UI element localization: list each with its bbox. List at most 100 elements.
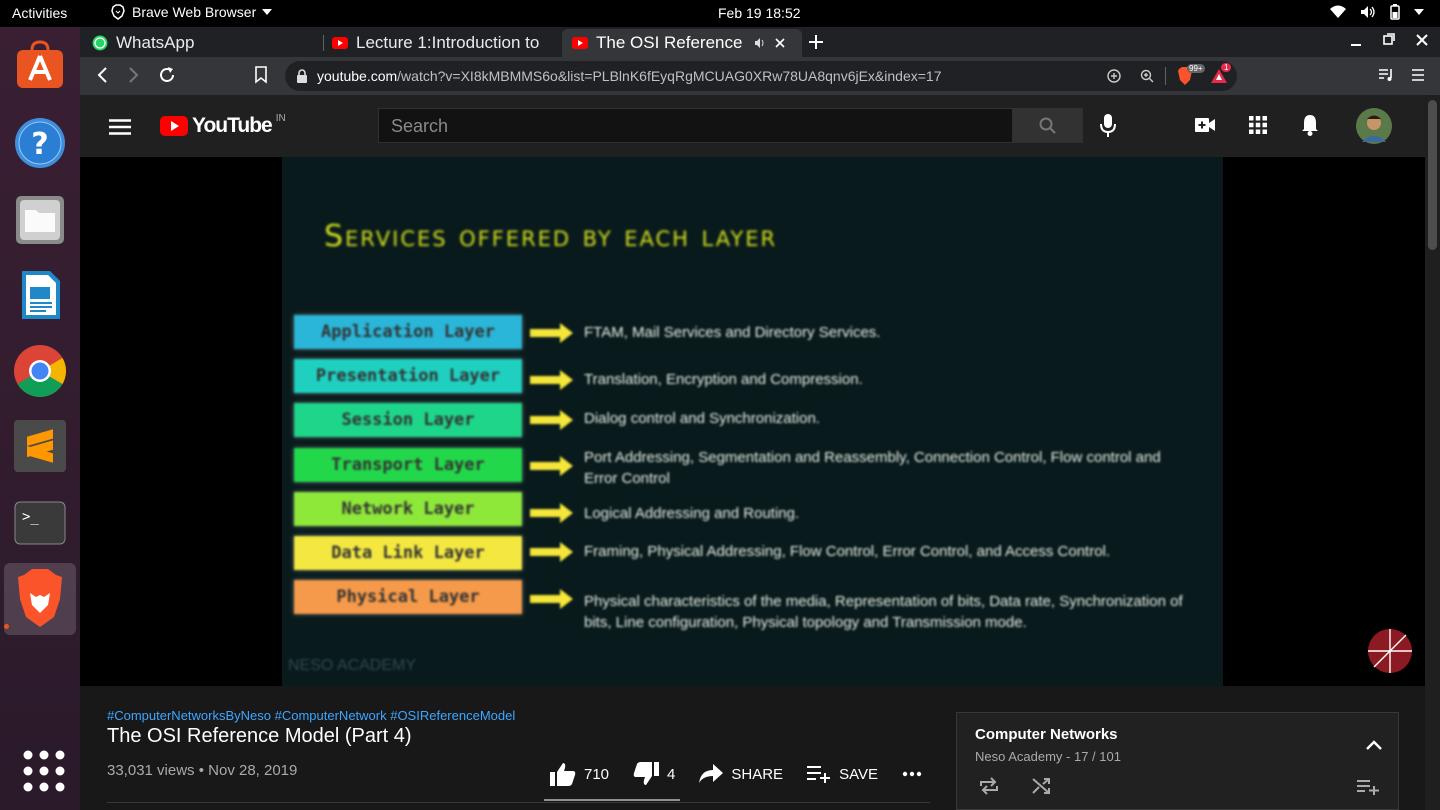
maximize-icon[interactable] — [1383, 33, 1395, 47]
avatar[interactable] — [1356, 108, 1392, 144]
terminal-launcher[interactable]: >_ — [14, 497, 66, 549]
sentiment-bar — [544, 799, 680, 801]
url-path: /watch?v=XI8kMBMMS6o&list=PLBlnK6fEyqRgM… — [397, 68, 942, 84]
loop-icon[interactable] — [979, 777, 999, 795]
region-code: IN — [275, 112, 286, 124]
search-button[interactable] — [1012, 108, 1083, 143]
activities-button[interactable]: Activities — [12, 5, 67, 21]
toolbar: youtube.com/watch?v=XI8kMBMMS6o&list=PLB… — [80, 57, 1440, 95]
zoom-icon[interactable] — [1140, 69, 1154, 83]
dislike-button[interactable]: 4 — [633, 762, 675, 786]
page-scrollbar[interactable] — [1425, 95, 1440, 810]
search-icon — [1039, 117, 1056, 134]
layer-desc-presentation: Translation, Encryption and Compression. — [584, 371, 863, 388]
app-menu[interactable]: Brave Web Browser — [110, 4, 273, 20]
layer-desc-network: Logical Addressing and Routing. — [584, 505, 800, 522]
libreoffice-writer-launcher[interactable] — [14, 269, 66, 321]
back-icon[interactable] — [96, 66, 108, 84]
menu-icon[interactable] — [1412, 69, 1424, 83]
chrome-launcher[interactable] — [14, 345, 66, 397]
create-video-icon[interactable] — [1195, 118, 1215, 132]
layer-box-session: Session Layer — [294, 403, 522, 437]
save-button[interactable]: SAVE — [807, 765, 878, 783]
ubuntu-software-launcher[interactable] — [14, 40, 66, 92]
playlist-options-icon[interactable] — [1357, 779, 1379, 795]
layer-desc-physical: Physical characteristics of the media, R… — [584, 593, 1183, 631]
arrow-icon — [530, 410, 573, 430]
brave-launcher[interactable] — [4, 563, 76, 635]
tab-title: Lecture 1:Introduction to — [356, 33, 540, 52]
wifi-icon — [1330, 5, 1346, 18]
search-input[interactable] — [391, 115, 991, 137]
dock: ? >_ — [0, 27, 80, 810]
close-window-icon[interactable] — [1416, 33, 1428, 47]
layer-desc-application: FTAM, Mail Services and Directory Servic… — [584, 324, 881, 341]
dislike-count: 4 — [667, 765, 676, 783]
battery-icon — [1390, 4, 1400, 20]
playlist-subtitle: Neso Academy - 17 / 101 — [975, 749, 1121, 764]
slide-title: Services offered by each layer — [324, 219, 778, 254]
layer-box-presentation: Presentation Layer — [294, 359, 522, 393]
chevron-down-icon — [1414, 9, 1424, 15]
like-button[interactable]: 710 — [550, 762, 609, 786]
minimize-icon[interactable] — [1350, 33, 1362, 49]
arrow-icon — [530, 589, 573, 609]
layer-desc-session: Dialog control and Synchronization. — [584, 410, 820, 427]
forward-icon[interactable] — [128, 66, 140, 84]
bookmark-icon[interactable] — [255, 66, 267, 84]
help-launcher[interactable]: ? — [14, 117, 66, 169]
youtube-icon — [332, 37, 348, 49]
url-text[interactable]: youtube.com/watch?v=XI8kMBMMS6o&list=PLB… — [317, 68, 941, 84]
hamburger-menu-icon[interactable] — [109, 119, 131, 135]
show-applications-button[interactable] — [18, 745, 70, 797]
address-divider — [1165, 67, 1166, 85]
sublime-text-launcher[interactable] — [14, 420, 66, 472]
tab-lecture-1[interactable]: Lecture 1:Introduction to — [322, 29, 560, 57]
video-title: The OSI Reference Model (Part 4) — [107, 725, 412, 747]
system-tray[interactable] — [1330, 4, 1424, 20]
playlist-panel: Computer Networks Neso Academy - 17 / 10… — [956, 712, 1399, 810]
volume-icon — [1361, 6, 1375, 18]
save-to-playlist-icon — [807, 766, 831, 783]
share-button[interactable]: SHARE — [699, 764, 783, 784]
add-to-reading-icon[interactable] — [1107, 69, 1121, 83]
reload-icon[interactable] — [158, 66, 176, 84]
tab-whatsapp[interactable]: WhatsApp — [82, 29, 322, 57]
layer-box-transport: Transport Layer — [294, 448, 522, 482]
neso-watermark: NESO ACADEMY — [288, 657, 417, 674]
video-hashtags[interactable]: #ComputerNetworksByNeso #ComputerNetwork… — [107, 708, 515, 723]
shuffle-icon[interactable] — [1032, 777, 1052, 795]
arrow-icon — [530, 456, 573, 476]
collapse-chevron-icon[interactable] — [1366, 740, 1382, 750]
apps-grid-icon[interactable] — [1249, 116, 1267, 134]
files-launcher[interactable] — [14, 194, 66, 246]
help-icon: ? — [15, 118, 65, 168]
scrollbar-thumb[interactable] — [1428, 100, 1437, 250]
shields-count-badge: 99+ — [1187, 64, 1205, 73]
playlist-title[interactable]: Computer Networks — [975, 726, 1118, 743]
lock-icon[interactable] — [296, 69, 308, 83]
media-controls-icon[interactable] — [1378, 68, 1394, 82]
new-tab-icon[interactable] — [809, 35, 823, 49]
share-label: SHARE — [731, 765, 784, 783]
video-player[interactable]: Services offered by each layer Applicati… — [80, 157, 1425, 686]
video-actions: 710 4 SHARE SAVE — [550, 760, 922, 788]
audio-playing-icon[interactable] — [754, 37, 766, 49]
brave-lion-icon — [111, 4, 125, 20]
youtube-logo[interactable]: YouTube IN — [160, 112, 286, 138]
address-bar[interactable]: youtube.com/watch?v=XI8kMBMMS6o&list=PLB… — [285, 61, 1237, 91]
tab-osi-reference[interactable]: The OSI Reference M — [562, 29, 802, 57]
tab-strip: WhatsApp Lecture 1:Introduction to The O… — [80, 27, 1440, 57]
save-label: SAVE — [839, 765, 878, 783]
terminal-icon: >_ — [14, 501, 66, 545]
microphone-icon[interactable] — [1100, 114, 1116, 138]
clock[interactable]: Feb 19 18:52 — [718, 5, 801, 21]
brave-lion-icon — [18, 569, 62, 627]
more-actions-icon[interactable] — [902, 771, 922, 777]
channel-watermark-icon[interactable] — [1368, 629, 1412, 673]
layer-desc-transport: Port Addressing, Segmentation and Reasse… — [584, 449, 1161, 487]
close-tab-icon[interactable] — [774, 37, 786, 49]
svg-text:?: ? — [31, 127, 48, 162]
notifications-bell-icon[interactable] — [1301, 114, 1319, 136]
search-box — [378, 108, 1012, 143]
